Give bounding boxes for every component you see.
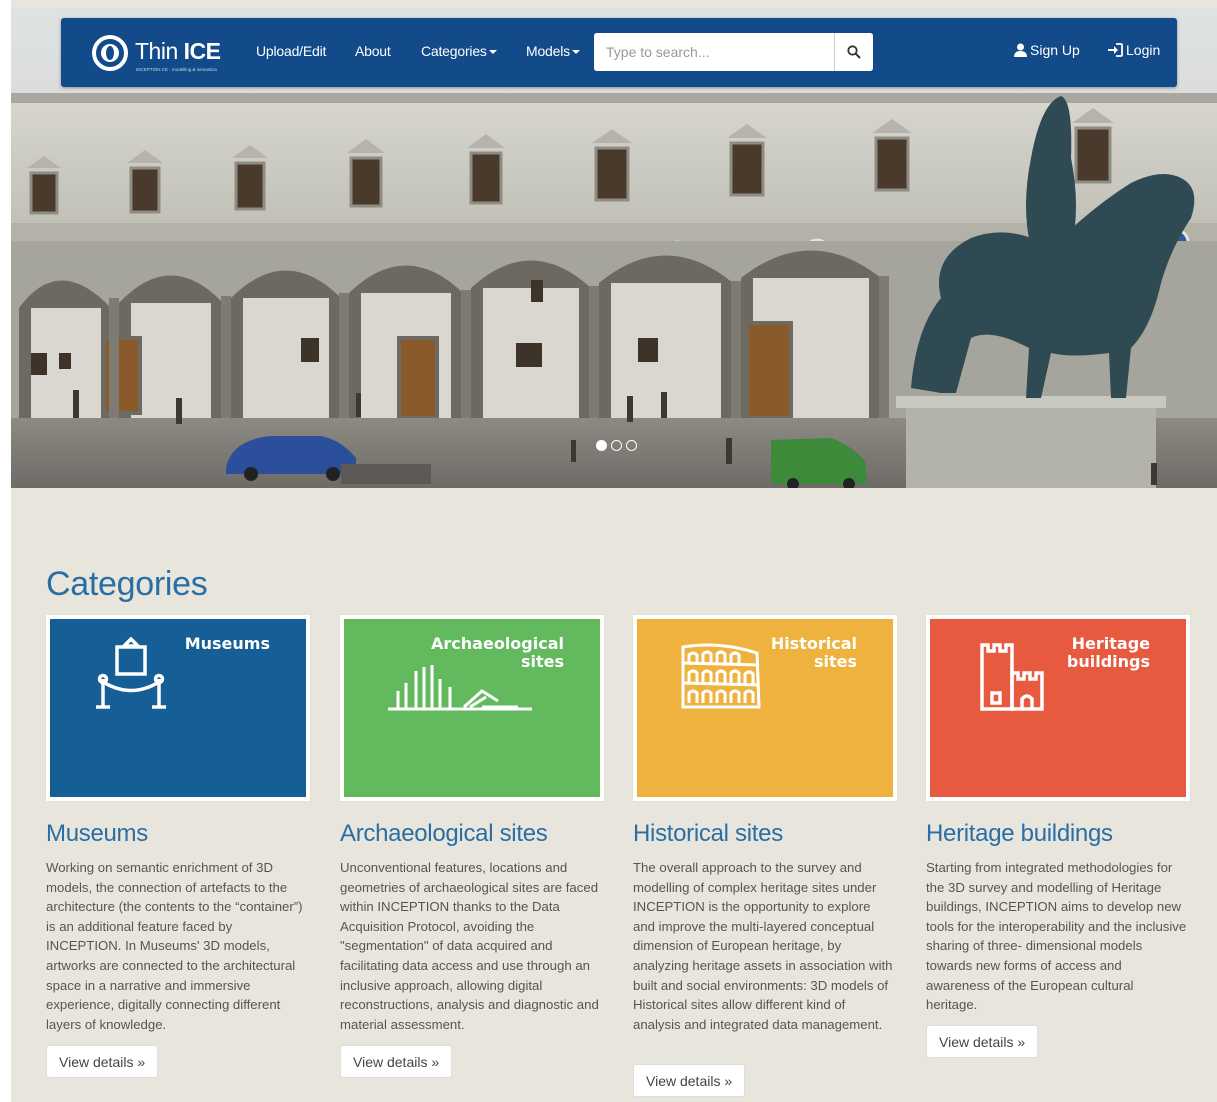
museum-exhibit-icon <box>96 637 166 709</box>
category-tile-archaeological-sites[interactable]: Archaeological sites <box>340 615 604 801</box>
category-description: Unconventional features, locations and g… <box>340 860 599 1032</box>
nav-sign-up[interactable]: Sign Up <box>1014 42 1080 58</box>
nav-login[interactable]: Login <box>1108 42 1160 58</box>
brand-name: Thin ICE <box>135 38 221 64</box>
search-button[interactable] <box>834 33 873 71</box>
category-card-heritage-buildings: Heritage buildings Heritage buildings St… <box>926 615 1190 1058</box>
carousel-dot-2[interactable] <box>611 440 622 451</box>
tile-label: Museums <box>184 634 270 653</box>
category-card-museums: Museums Museums Working on semantic enri… <box>46 615 310 1078</box>
caret-down-icon <box>571 50 580 55</box>
search-bar <box>594 33 873 71</box>
view-details-button[interactable]: View details » <box>926 1025 1039 1058</box>
view-details-button[interactable]: View details » <box>633 1064 746 1097</box>
login-icon <box>1108 43 1123 57</box>
category-tile-historical-sites[interactable]: Historical sites <box>633 615 897 801</box>
caret-down-icon <box>488 50 497 55</box>
carousel-dot-3[interactable] <box>626 440 637 451</box>
category-tile-heritage-buildings[interactable]: Heritage buildings <box>926 615 1190 801</box>
category-description: Starting from integrated methodologies f… <box>926 860 1187 1013</box>
carousel-dot-1[interactable] <box>596 440 607 451</box>
category-card-historical-sites: Historical sites Historical sites The ov… <box>633 615 897 1097</box>
nav-models-dropdown[interactable]: Models <box>526 43 580 59</box>
category-title[interactable]: Museums <box>46 820 148 848</box>
search-input[interactable] <box>594 33 834 71</box>
categories-heading: Categories <box>46 565 208 603</box>
category-title[interactable]: Heritage buildings <box>926 820 1113 848</box>
nav-categories-dropdown[interactable]: Categories <box>421 43 497 59</box>
sign-up-label: Sign Up <box>1030 42 1080 58</box>
category-description: The overall approach to the survey and m… <box>633 860 893 1032</box>
nav-upload-edit[interactable]: Upload/Edit <box>256 43 326 59</box>
navbar: Thin ICE INCEPTION CE · modelling & sema… <box>61 18 1177 87</box>
category-title[interactable]: Historical sites <box>633 820 783 848</box>
search-icon <box>847 45 861 59</box>
category-description: Working on semantic enrichment of 3D mod… <box>46 860 303 1032</box>
colosseum-icon <box>681 643 761 709</box>
nav-about[interactable]: About <box>355 43 391 59</box>
user-icon <box>1014 43 1027 57</box>
thin-ice-logo-icon <box>92 35 128 71</box>
nav-models-label: Models <box>526 43 570 59</box>
ruins-icon <box>388 665 532 711</box>
view-details-button[interactable]: View details » <box>46 1045 159 1078</box>
nav-categories-label: Categories <box>421 43 487 59</box>
brand-logo[interactable]: Thin ICE INCEPTION CE · modelling & sema… <box>91 32 226 74</box>
category-title[interactable]: Archaeological sites <box>340 820 548 848</box>
view-details-button[interactable]: View details » <box>340 1045 453 1078</box>
login-label: Login <box>1126 42 1161 58</box>
category-card-archaeological-sites: Archaeological sites Archaeological site… <box>340 615 604 1078</box>
brand-tagline: INCEPTION CE · modelling & semantics <box>136 67 218 72</box>
category-tile-museums[interactable]: Museums <box>46 615 310 801</box>
castle-icon <box>980 643 1044 711</box>
carousel-indicators <box>596 440 637 451</box>
